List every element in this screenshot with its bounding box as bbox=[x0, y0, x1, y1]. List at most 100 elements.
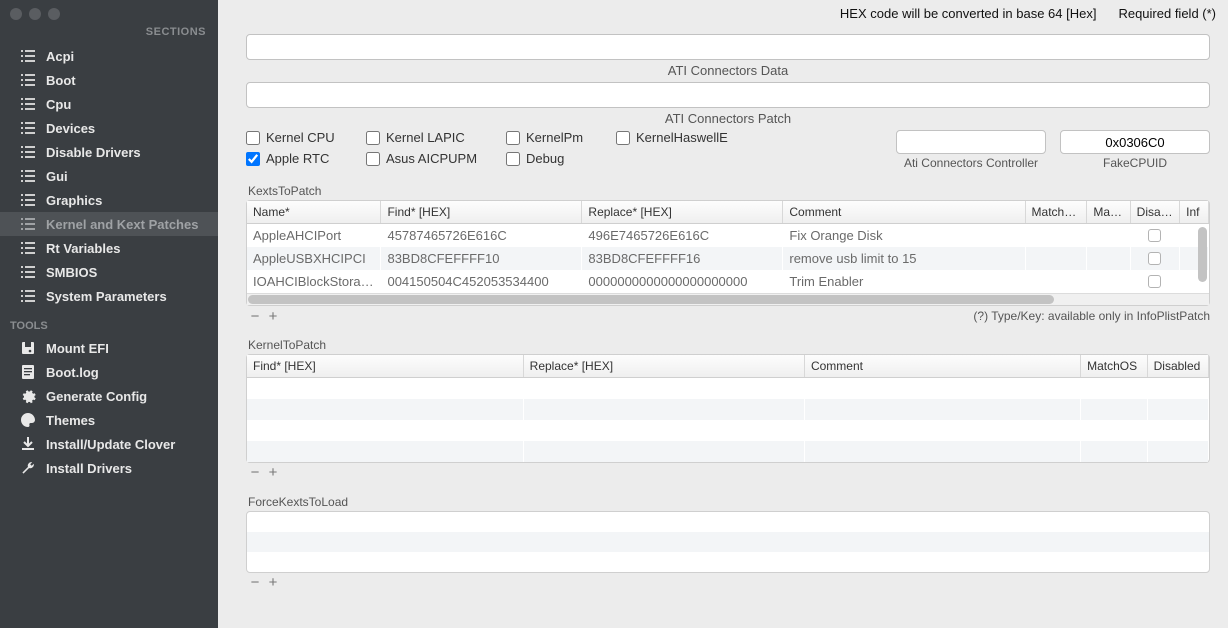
ati-connectors-controller-label: Ati Connectors Controller bbox=[904, 156, 1038, 170]
cell-name[interactable]: AppleUSBXHCIPCI bbox=[247, 247, 381, 270]
kcolumn-comment[interactable]: Comment bbox=[804, 355, 1080, 378]
column-name[interactable]: Name* bbox=[247, 201, 381, 224]
cell-matchbuild[interactable] bbox=[1087, 270, 1130, 293]
kernelhaswelle-checkbox[interactable]: KernelHaswellE bbox=[616, 130, 776, 145]
list-item[interactable] bbox=[247, 532, 1209, 552]
force-add-button[interactable]: + bbox=[264, 575, 282, 591]
tool-item-label: Mount EFI bbox=[46, 341, 109, 356]
disabled-checkbox[interactable] bbox=[1148, 275, 1161, 288]
cell-name[interactable]: IOAHCIBlockStorage bbox=[247, 270, 381, 293]
force-remove-button[interactable]: − bbox=[246, 575, 264, 591]
kernel-remove-button[interactable]: − bbox=[246, 465, 264, 481]
cell-matchbuild[interactable] bbox=[1087, 224, 1130, 248]
tool-item-generate-config[interactable]: Generate Config bbox=[0, 384, 218, 408]
sidebar-item-smbios[interactable]: SMBIOS bbox=[0, 260, 218, 284]
kcolumn-replace[interactable]: Replace* [HEX] bbox=[523, 355, 804, 378]
list-item[interactable] bbox=[247, 512, 1209, 532]
cell-comment[interactable]: Fix Orange Disk bbox=[783, 224, 1025, 248]
minimize-dot-icon[interactable] bbox=[29, 8, 41, 20]
tool-item-themes[interactable]: Themes bbox=[0, 408, 218, 432]
disabled-checkbox[interactable] bbox=[1148, 229, 1161, 242]
column-info[interactable]: Inf bbox=[1180, 201, 1209, 224]
kernel-to-patch-table: Find* [HEX] Replace* [HEX] Comment Match… bbox=[246, 354, 1210, 463]
cell-name[interactable]: AppleAHCIPort bbox=[247, 224, 381, 248]
cell-disabled[interactable] bbox=[1130, 270, 1179, 293]
zoom-dot-icon[interactable] bbox=[48, 8, 60, 20]
horizontal-scrollbar[interactable] bbox=[247, 293, 1209, 305]
sidebar-item-disable-drivers[interactable]: Disable Drivers bbox=[0, 140, 218, 164]
tool-item-install-update-clover[interactable]: Install/Update Clover bbox=[0, 432, 218, 456]
sidebar-item-graphics[interactable]: Graphics bbox=[0, 188, 218, 212]
table-row[interactable] bbox=[247, 420, 1209, 441]
cell-comment[interactable]: remove usb limit to 15 bbox=[783, 247, 1025, 270]
cell-matchbuild[interactable] bbox=[1087, 247, 1130, 270]
kernel-cpu-checkbox[interactable]: Kernel CPU bbox=[246, 130, 366, 145]
cell-find[interactable]: 004150504C452053534400 bbox=[381, 270, 582, 293]
apple-rtc-checkbox[interactable]: Apple RTC bbox=[246, 151, 366, 166]
sidebar-item-rt-variables[interactable]: Rt Variables bbox=[0, 236, 218, 260]
ati-connectors-patch-input[interactable] bbox=[246, 82, 1210, 108]
cell-replace[interactable]: 0000000000000000000000 bbox=[582, 270, 783, 293]
kernel-add-button[interactable]: + bbox=[264, 465, 282, 481]
sidebar-item-label: Graphics bbox=[46, 193, 102, 208]
tool-item-mount-efi[interactable]: Mount EFI bbox=[0, 336, 218, 360]
force-kexts-list[interactable] bbox=[246, 511, 1210, 573]
kernel-lapic-checkbox[interactable]: Kernel LAPIC bbox=[366, 130, 506, 145]
table-row[interactable] bbox=[247, 378, 1209, 399]
cell-replace[interactable]: 496E7465726E616C bbox=[582, 224, 783, 248]
column-matchos[interactable]: MatchOS bbox=[1025, 201, 1087, 224]
close-dot-icon[interactable] bbox=[10, 8, 22, 20]
column-find[interactable]: Find* [HEX] bbox=[381, 201, 582, 224]
list-icon bbox=[20, 48, 36, 64]
wrench-icon bbox=[20, 460, 36, 476]
sidebar-item-acpi[interactable]: Acpi bbox=[0, 44, 218, 68]
fakecpuid-input[interactable] bbox=[1060, 130, 1210, 154]
tool-item-install-drivers[interactable]: Install Drivers bbox=[0, 456, 218, 480]
list-icon bbox=[20, 96, 36, 112]
cell-disabled[interactable] bbox=[1130, 247, 1179, 270]
cell-find[interactable]: 45787465726E616C bbox=[381, 224, 582, 248]
sidebar-item-system-parameters[interactable]: System Parameters bbox=[0, 284, 218, 308]
column-matchbuild[interactable]: Matc... bbox=[1087, 201, 1130, 224]
kcolumn-matchos[interactable]: MatchOS bbox=[1081, 355, 1147, 378]
sidebar-item-gui[interactable]: Gui bbox=[0, 164, 218, 188]
cell-comment[interactable]: Trim Enabler bbox=[783, 270, 1025, 293]
sidebar-item-boot[interactable]: Boot bbox=[0, 68, 218, 92]
table-row[interactable]: AppleUSBXHCIPCI83BD8CFEFFFF1083BD8CFEFFF… bbox=[247, 247, 1209, 270]
cell-matchos[interactable] bbox=[1025, 247, 1087, 270]
cell-matchos[interactable] bbox=[1025, 224, 1087, 248]
table-row[interactable]: AppleAHCIPort45787465726E616C496E7465726… bbox=[247, 224, 1209, 248]
tool-item-boot-log[interactable]: Boot.log bbox=[0, 360, 218, 384]
debug-checkbox[interactable]: Debug bbox=[506, 151, 616, 166]
table-row[interactable] bbox=[247, 399, 1209, 420]
window-controls bbox=[0, 0, 218, 24]
ati-connectors-data-label: ATI Connectors Data bbox=[246, 63, 1210, 78]
tool-item-label: Install/Update Clover bbox=[46, 437, 175, 452]
kexts-add-button[interactable]: + bbox=[264, 308, 282, 324]
kexts-to-patch-table: Name* Find* [HEX] Replace* [HEX] Comment… bbox=[246, 200, 1210, 306]
cell-replace[interactable]: 83BD8CFEFFFF16 bbox=[582, 247, 783, 270]
kernelpm-checkbox[interactable]: KernelPm bbox=[506, 130, 616, 145]
cell-disabled[interactable] bbox=[1130, 224, 1179, 248]
sidebar-item-cpu[interactable]: Cpu bbox=[0, 92, 218, 116]
force-kexts-title: ForceKextsToLoad bbox=[248, 495, 1210, 509]
cell-find[interactable]: 83BD8CFEFFFF10 bbox=[381, 247, 582, 270]
sidebar-item-label: Disable Drivers bbox=[46, 145, 141, 160]
kcolumn-disabled[interactable]: Disabled bbox=[1147, 355, 1208, 378]
cell-matchos[interactable] bbox=[1025, 270, 1087, 293]
ati-connectors-data-input[interactable] bbox=[246, 34, 1210, 60]
column-comment[interactable]: Comment bbox=[783, 201, 1025, 224]
table-row[interactable]: IOAHCIBlockStorage004150504C452053534400… bbox=[247, 270, 1209, 293]
kexts-remove-button[interactable]: − bbox=[246, 308, 264, 324]
sidebar-item-devices[interactable]: Devices bbox=[0, 116, 218, 140]
list-item[interactable] bbox=[247, 552, 1209, 572]
ati-connectors-controller-input[interactable] bbox=[896, 130, 1046, 154]
vertical-scrollbar[interactable] bbox=[1196, 227, 1208, 291]
table-row[interactable] bbox=[247, 441, 1209, 462]
kcolumn-find[interactable]: Find* [HEX] bbox=[247, 355, 523, 378]
disabled-checkbox[interactable] bbox=[1148, 252, 1161, 265]
sidebar-item-kernel-and-kext-patches[interactable]: Kernel and Kext Patches bbox=[0, 212, 218, 236]
asus-aicpupm-checkbox[interactable]: Asus AICPUPM bbox=[366, 151, 506, 166]
column-disabled[interactable]: Disabl... bbox=[1130, 201, 1179, 224]
column-replace[interactable]: Replace* [HEX] bbox=[582, 201, 783, 224]
